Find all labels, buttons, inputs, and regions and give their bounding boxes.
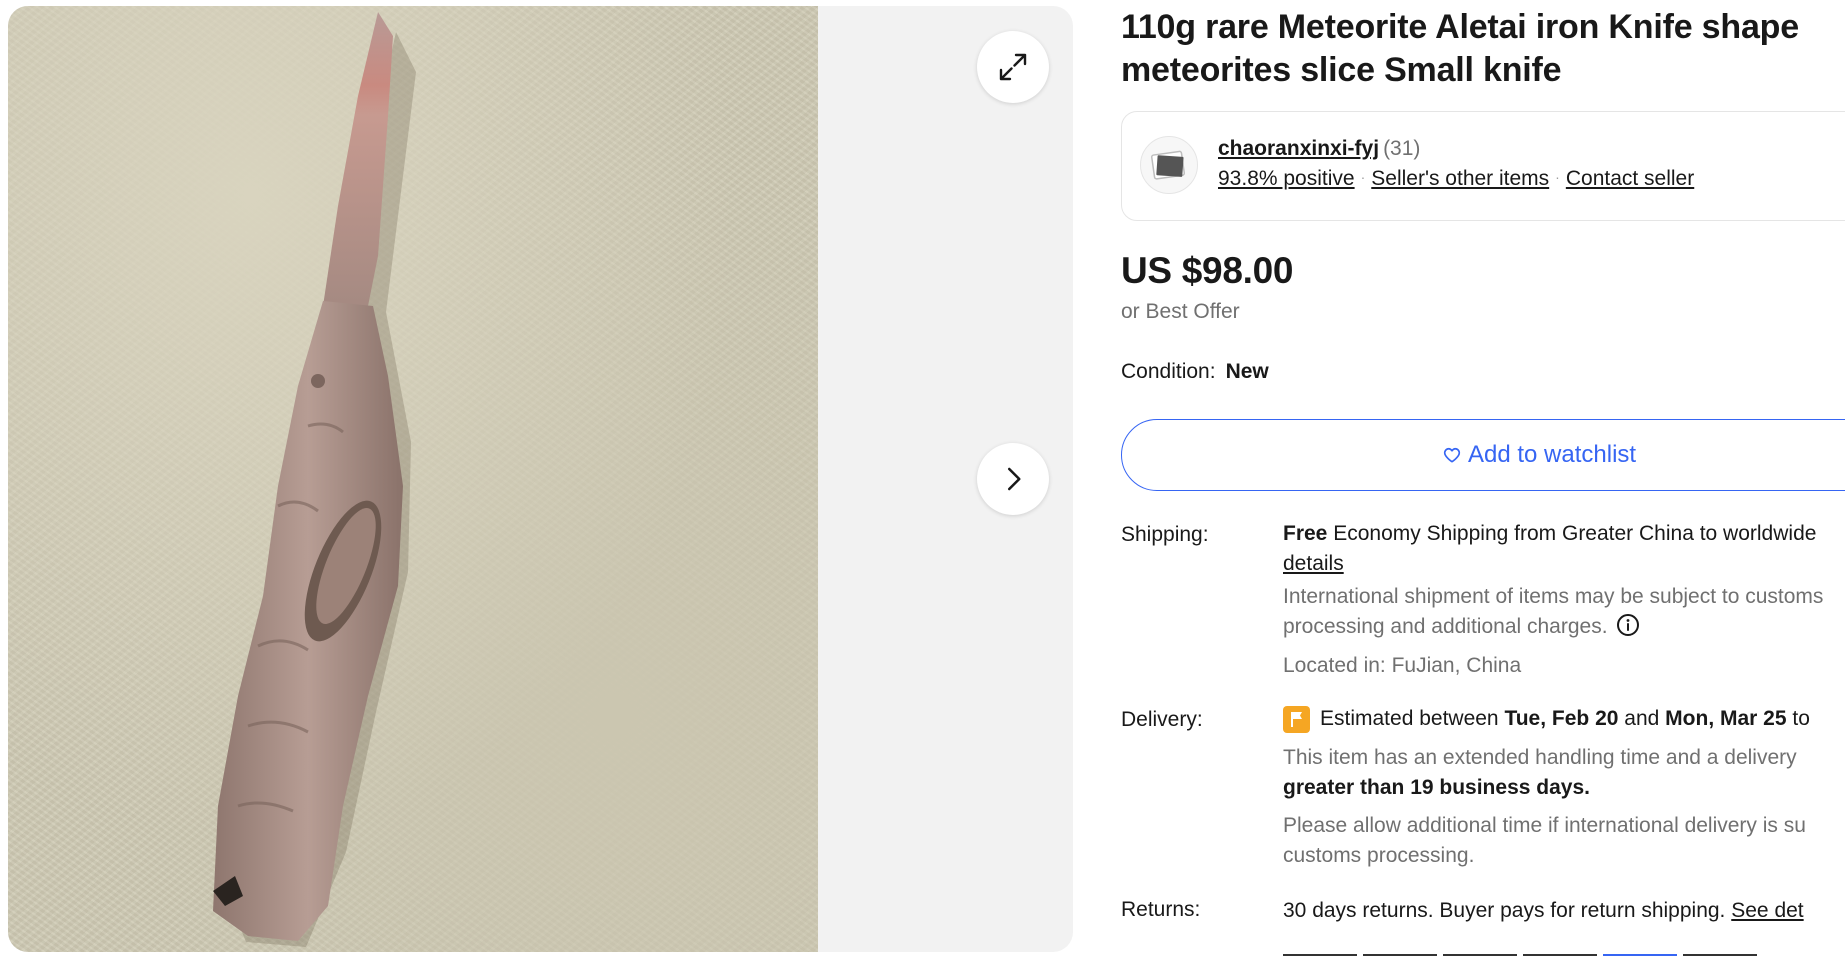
- contact-seller-link[interactable]: Contact seller: [1566, 167, 1694, 190]
- listing-details-panel: 110g rare Meteorite Aletai iron Knife sh…: [1121, 0, 1845, 958]
- item-title: 110g rare Meteorite Aletai iron Knife sh…: [1121, 8, 1799, 89]
- condition-label: Condition:: [1121, 360, 1216, 383]
- seller-feedback-count: (31): [1383, 137, 1421, 160]
- product-photo[interactable]: [8, 6, 818, 952]
- payment-logo: [1523, 954, 1597, 958]
- item-price: US $98.00: [1121, 250, 1294, 291]
- returns-policy: 30 days returns. Buyer pays for return s…: [1283, 896, 1845, 926]
- shipping-method: Free Economy Shipping from Greater China…: [1283, 519, 1845, 549]
- flag-icon: [1283, 705, 1310, 733]
- best-offer-text: or Best Offer: [1121, 300, 1240, 323]
- separator-dot: ·: [1360, 169, 1366, 185]
- expand-image-button[interactable]: [977, 31, 1049, 103]
- item-location: Located in: FuJian, China: [1283, 654, 1522, 677]
- seller-other-items-link[interactable]: Seller's other items: [1371, 167, 1549, 190]
- seller-name-link[interactable]: chaoranxinxi-fyj: [1218, 137, 1379, 160]
- payment-logo: [1683, 954, 1757, 958]
- delivery-estimate: Estimated between Tue, Feb 20 and Mon, M…: [1283, 704, 1845, 734]
- info-icon[interactable]: [1616, 613, 1640, 637]
- returns-label: Returns:: [1121, 898, 1201, 921]
- delivery-label: Delivery:: [1121, 708, 1203, 731]
- returns-see-details-link[interactable]: See det: [1731, 899, 1803, 922]
- payment-logo: [1363, 954, 1437, 958]
- meteorite-knife-image: [213, 12, 416, 947]
- shipping-details-row: details: [1283, 549, 1845, 579]
- delivery-date-start: Tue, Feb 20: [1504, 707, 1619, 730]
- payment-logo: [1283, 954, 1357, 958]
- customs-note-line2: processing and additional charges.: [1283, 612, 1845, 642]
- handling-note-line1: This item has an extended handling time …: [1283, 746, 1797, 769]
- separator-dot: ·: [1555, 169, 1560, 185]
- shipping-free: Free: [1283, 522, 1328, 545]
- image-gallery: [8, 6, 1073, 952]
- delivery-date-end: Mon, Mar 25: [1665, 707, 1787, 730]
- seller-links-row: 93.8% positive · Seller's other items · Cont…: [1218, 167, 1694, 191]
- expand-icon: [999, 53, 1027, 81]
- seller-name-row: chaoranxinxi-fyj (31): [1218, 137, 1420, 161]
- watchlist-label: Add to watchlist: [1468, 441, 1637, 468]
- chevron-right-icon: [1008, 467, 1021, 491]
- shipping-label: Shipping:: [1121, 523, 1209, 546]
- condition-value: New: [1225, 360, 1269, 383]
- heart-icon: [1442, 445, 1462, 465]
- delivery-estimate-suffix: to: [1792, 707, 1810, 730]
- shipping-method-text: Economy Shipping from Greater China to w…: [1333, 522, 1817, 545]
- customs-note-text: processing and additional charges.: [1283, 615, 1608, 638]
- seller-positive-feedback-link[interactable]: 93.8% positive: [1218, 167, 1355, 190]
- add-to-watchlist-button[interactable]: Add to watchlist: [1121, 419, 1845, 491]
- returns-text: 30 days returns. Buyer pays for return s…: [1283, 899, 1726, 922]
- customs-note-line1: International shipment of items may be s…: [1283, 585, 1824, 608]
- store-photo-icon: [1150, 150, 1186, 180]
- payment-logo: [1603, 954, 1677, 958]
- payment-methods-strip: [1283, 954, 1783, 958]
- seller-card: chaoranxinxi-fyj (31) 93.8% positive · Sell…: [1121, 111, 1845, 221]
- handling-note-line2: greater than 19 business days.: [1283, 776, 1590, 799]
- delivery-and: and: [1624, 707, 1660, 730]
- shipping-details-link[interactable]: details: [1283, 552, 1344, 575]
- intl-note-line1: Please allow additional time if internat…: [1283, 814, 1806, 837]
- payment-logo: [1443, 954, 1517, 958]
- seller-avatar[interactable]: [1140, 136, 1198, 194]
- next-image-button[interactable]: [977, 443, 1049, 515]
- condition-row: Condition: New: [1121, 360, 1269, 384]
- intl-note-line2: customs processing.: [1283, 844, 1475, 867]
- delivery-estimate-prefix: Estimated between: [1320, 707, 1499, 730]
